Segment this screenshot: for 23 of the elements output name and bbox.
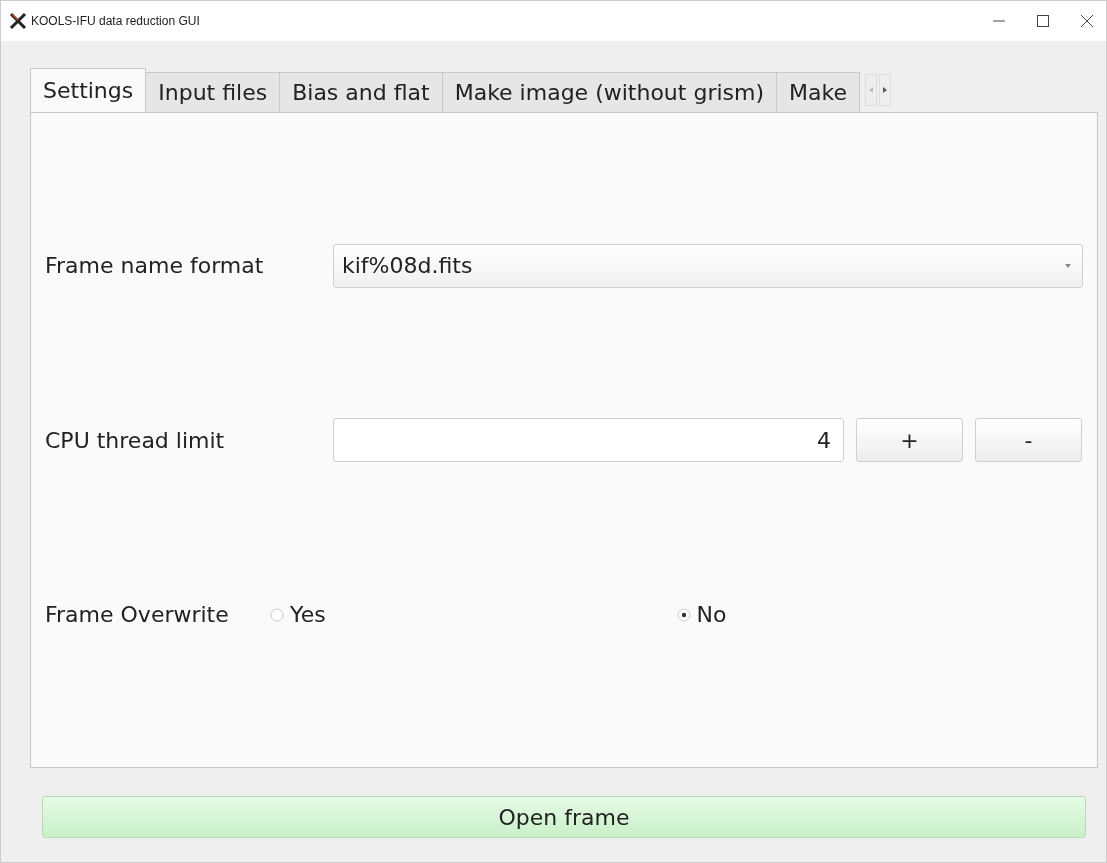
radio-label[interactable]: Yes [290,602,326,627]
scroll-right-icon[interactable] [879,74,891,106]
tab[interactable]: Settings [30,68,147,112]
field-label: Frame Overwrite [45,602,230,627]
dropdown-arrow-icon [1064,262,1072,269]
decrement-button[interactable]: - [975,418,1082,462]
close-icon[interactable] [1080,14,1094,28]
radio-button[interactable] [676,607,691,622]
field-label: CPU thread limit [45,427,226,453]
increment-button[interactable]: + [856,418,963,462]
app-logo-icon [9,12,27,30]
tab[interactable]: Input files [145,72,281,112]
tab[interactable]: Make image (without grism) [441,72,777,112]
dropdown-field[interactable]: kif%08d.fits [333,243,1083,288]
maximize-icon[interactable] [1036,14,1050,28]
number-field[interactable]: 4 [333,418,844,462]
radio-button[interactable] [270,607,285,622]
open-frame-button[interactable]: Open frame [42,796,1086,838]
tab[interactable]: Bias and flat [279,72,443,112]
field-label: Frame name format [45,253,265,278]
tab[interactable]: Make [776,72,860,112]
window-title: KOOLS-IFU data reduction GUI [31,14,201,28]
radio-label[interactable]: No [696,602,727,627]
